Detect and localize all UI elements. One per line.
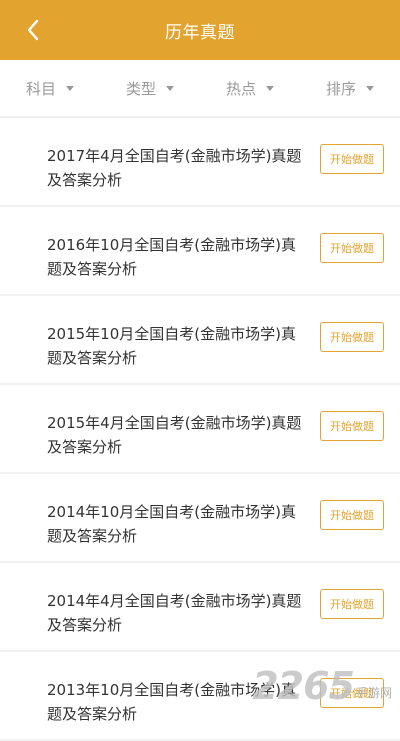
start-quiz-button[interactable]: 开始做题: [320, 144, 384, 174]
exam-title: 2015年4月全国自考(金融市场学)真题及答案分析: [47, 414, 302, 456]
start-quiz-button[interactable]: 开始做题: [320, 233, 384, 263]
caret-down-icon: [66, 85, 74, 91]
page-title: 历年真题: [165, 22, 235, 43]
top-bar: 历年真题: [0, 0, 400, 60]
filter-hot[interactable]: 热点: [200, 78, 300, 99]
list-item[interactable]: 2017年4月全国自考(金融市场学)真题及答案分析 开始做题: [0, 118, 400, 207]
start-quiz-button[interactable]: 开始做题: [320, 500, 384, 530]
exam-title: 2013年10月全国自考(金融市场学)真题及答案分析: [47, 681, 296, 723]
filter-label: 科目: [25, 79, 56, 98]
exam-title: 2016年10月全国自考(金融市场学)真题及答案分析: [47, 236, 296, 278]
filter-bar: 科目 类型 热点 排序: [0, 60, 400, 116]
exam-title: 2014年4月全国自考(金融市场学)真题及答案分析: [47, 592, 302, 634]
chevron-left-icon: [27, 19, 39, 41]
caret-down-icon: [366, 85, 374, 91]
filter-type[interactable]: 类型: [100, 78, 200, 99]
list-item[interactable]: 2014年4月全国自考(金融市场学)真题及答案分析 开始做题: [0, 563, 400, 652]
exam-title: 2015年10月全国自考(金融市场学)真题及答案分析: [47, 325, 296, 367]
filter-label: 类型: [125, 79, 156, 98]
exam-title: 2014年10月全国自考(金融市场学)真题及答案分析: [47, 503, 296, 545]
filter-sort[interactable]: 排序: [300, 78, 400, 99]
list-item[interactable]: 2015年10月全国自考(金融市场学)真题及答案分析 开始做题: [0, 296, 400, 385]
list-item[interactable]: 2013年10月全国自考(金融市场学)真题及答案分析 开始做题: [0, 652, 400, 741]
exam-title: 2017年4月全国自考(金融市场学)真题及答案分析: [47, 147, 302, 189]
filter-label: 热点: [225, 79, 256, 98]
list-item[interactable]: 2016年10月全国自考(金融市场学)真题及答案分析 开始做题: [0, 207, 400, 296]
exam-list: 2017年4月全国自考(金融市场学)真题及答案分析 开始做题 2016年10月全…: [0, 118, 400, 741]
list-item[interactable]: 2015年4月全国自考(金融市场学)真题及答案分析 开始做题: [0, 385, 400, 474]
start-quiz-button[interactable]: 开始做题: [320, 589, 384, 619]
caret-down-icon: [166, 85, 174, 91]
back-button[interactable]: [22, 19, 44, 41]
caret-down-icon: [266, 85, 274, 91]
filter-subject[interactable]: 科目: [0, 78, 100, 99]
start-quiz-button[interactable]: 开始做题: [320, 322, 384, 352]
filter-label: 排序: [325, 79, 356, 98]
start-quiz-button[interactable]: 开始做题: [320, 678, 384, 708]
list-item[interactable]: 2014年10月全国自考(金融市场学)真题及答案分析 开始做题: [0, 474, 400, 563]
start-quiz-button[interactable]: 开始做题: [320, 411, 384, 441]
